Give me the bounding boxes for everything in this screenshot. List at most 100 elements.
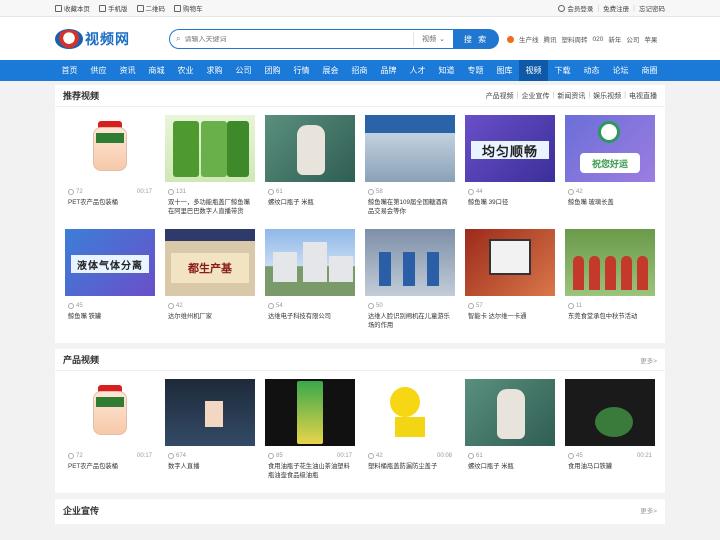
video-card[interactable]: 祝您好运 42 鲸鱼嘴 玻璃长盖 [565,115,655,229]
video-card[interactable]: 都生产基 42 达尔维州机厂家 [165,229,255,343]
video-thumbnail[interactable] [365,115,455,182]
cart-link[interactable]: 购物车 [174,3,203,13]
video-title[interactable]: 食用油瓶子花生油山茶油塑料瓶油壶食品级油瓶 [265,462,355,480]
forgot-password-link[interactable]: 忘记密码 [639,3,665,13]
video-card[interactable]: 50 达维人脸识别闸机在儿童游乐场的作用 [365,229,455,343]
video-thumbnail[interactable] [265,115,355,182]
video-card[interactable]: 54 达维电子科技有限公司 [265,229,355,343]
video-title[interactable]: 塑料桶瓶盖防漏防尘盖子 [365,462,455,471]
video-thumbnail[interactable]: 都生产基 [165,229,255,296]
video-title[interactable]: 食用油马口铁罐 [565,462,655,471]
mobile-link[interactable]: 手机版 [99,3,128,13]
video-card[interactable]: 674 数字人直播 [165,379,255,493]
site-logo[interactable]: 视频网 [55,28,130,49]
nav-item[interactable]: 行情 [287,60,316,81]
video-title[interactable]: 东莞食堂承包中秋节活动 [565,312,655,321]
video-title[interactable]: 螺纹口瓶子 米瓶 [265,198,355,207]
nav-item[interactable]: 动态 [577,60,606,81]
video-card[interactable]: 液体气体分离 45 鲸鱼嘴 铁罐 [65,229,155,343]
nav-item[interactable]: 视频 [519,60,548,81]
nav-item[interactable]: 专题 [461,60,490,81]
nav-item[interactable]: 论坛 [606,60,635,81]
video-card[interactable]: 72 00:17 PET农产品包装桶 [65,115,155,229]
video-thumbnail[interactable] [265,379,355,446]
search-input[interactable] [184,35,410,43]
video-title[interactable]: PET农产品包装桶 [65,198,155,207]
nav-item[interactable]: 招商 [345,60,374,81]
video-thumbnail[interactable] [265,229,355,296]
video-card[interactable]: 57 智能卡 达尔维一卡通 [465,229,555,343]
hot-link[interactable]: 公司 [626,34,639,44]
search-button[interactable]: 搜 索 [453,29,499,49]
video-thumbnail[interactable]: 均匀顺畅 [465,115,555,182]
video-title[interactable]: 鲸鱼嘴在第109届全国糖酒商品交易会等你 [365,198,455,216]
more-link[interactable]: 更多> [640,505,657,515]
video-card[interactable]: 42 00:08 塑料桶瓶盖防漏防尘盖子 [365,379,455,493]
video-thumbnail[interactable] [365,379,455,446]
tab-news[interactable]: 新闻资讯 [557,91,585,101]
video-title[interactable]: 达尔维州机厂家 [165,312,255,321]
nav-item[interactable]: 首页 [55,60,84,81]
qrcode-link[interactable]: 二维码 [136,3,165,13]
video-title[interactable]: 鲸鱼嘴 39口径 [465,198,555,207]
bookmark-link[interactable]: 收藏本页 [55,3,90,13]
nav-item[interactable]: 图库 [490,60,519,81]
video-title[interactable]: 螺纹口瓶子 米瓶 [465,462,555,471]
video-title[interactable]: 达维电子科技有限公司 [265,312,355,321]
nav-item[interactable]: 资讯 [113,60,142,81]
nav-item[interactable]: 商圈 [635,60,664,81]
nav-item[interactable]: 求购 [200,60,229,81]
video-card[interactable]: 61 螺纹口瓶子 米瓶 [265,115,355,229]
video-title[interactable]: 鲸鱼嘴 铁罐 [65,312,155,321]
video-card[interactable]: 45 00:21 食用油马口铁罐 [565,379,655,493]
hot-link[interactable]: 腾讯 [544,34,557,44]
tab-product-videos[interactable]: 产品视频 [486,91,514,101]
video-title[interactable]: PET农产品包装桶 [65,462,155,471]
video-card[interactable]: 72 00:17 PET农产品包装桶 [65,379,155,493]
video-card[interactable]: 61 螺纹口瓶子 米瓶 [465,379,555,493]
nav-item[interactable]: 商城 [142,60,171,81]
video-thumbnail[interactable] [365,229,455,296]
video-thumbnail[interactable] [465,379,555,446]
tab-tv-live[interactable]: 电视直播 [629,91,657,101]
hot-link[interactable]: 塑料周转 [562,34,588,44]
video-card[interactable]: 131 双十一，多功能瓶盖厂鲸鱼嘴在阿里巴巴数字人直播带货 [165,115,255,229]
search-scope-select[interactable]: 视频 ⌄ [413,32,453,46]
tab-entertainment[interactable]: 娱乐视频 [593,91,621,101]
video-thumbnail[interactable] [465,229,555,296]
more-link[interactable]: 更多> [640,355,657,365]
hot-link[interactable]: 苹果 [644,34,657,44]
nav-item[interactable]: 团购 [258,60,287,81]
nav-item[interactable]: 知道 [432,60,461,81]
register-link[interactable]: 免费注册 [603,3,629,13]
nav-item[interactable]: 农业 [171,60,200,81]
nav-item[interactable]: 下载 [548,60,577,81]
video-card[interactable]: 11 东莞食堂承包中秋节活动 [565,229,655,343]
video-title[interactable]: 鲸鱼嘴 玻璃长盖 [565,198,655,207]
nav-item[interactable]: 人才 [403,60,432,81]
video-thumbnail[interactable] [565,379,655,446]
login-link[interactable]: 会员登录 [558,3,593,13]
video-thumbnail[interactable]: 液体气体分离 [65,229,155,296]
video-title[interactable]: 双十一，多功能瓶盖厂鲸鱼嘴在阿里巴巴数字人直播带货 [165,198,255,216]
nav-item[interactable]: 展会 [316,60,345,81]
video-card[interactable]: 85 00:17 食用油瓶子花生油山茶油塑料瓶油壶食品级油瓶 [265,379,355,493]
video-card[interactable]: 均匀顺畅 44 鲸鱼嘴 39口径 [465,115,555,229]
nav-item[interactable]: 品牌 [374,60,403,81]
video-thumbnail[interactable] [165,115,255,182]
video-thumbnail[interactable] [65,115,155,182]
hot-link[interactable]: 生产线 [519,34,539,44]
video-thumbnail[interactable]: 祝您好运 [565,115,655,182]
video-title[interactable]: 数字人直播 [165,462,255,471]
nav-item[interactable]: 供应 [84,60,113,81]
video-thumbnail[interactable] [565,229,655,296]
tab-corporate[interactable]: 企业宣传 [522,91,550,101]
hot-link[interactable]: 020 [593,36,604,43]
video-card[interactable]: 58 鲸鱼嘴在第109届全国糖酒商品交易会等你 [365,115,455,229]
video-thumbnail[interactable] [165,379,255,446]
video-title[interactable]: 智能卡 达尔维一卡通 [465,312,555,321]
nav-item[interactable]: 公司 [229,60,258,81]
hot-link[interactable]: 新年 [608,34,621,44]
video-thumbnail[interactable] [65,379,155,446]
video-title[interactable]: 达维人脸识别闸机在儿童游乐场的作用 [365,312,455,330]
